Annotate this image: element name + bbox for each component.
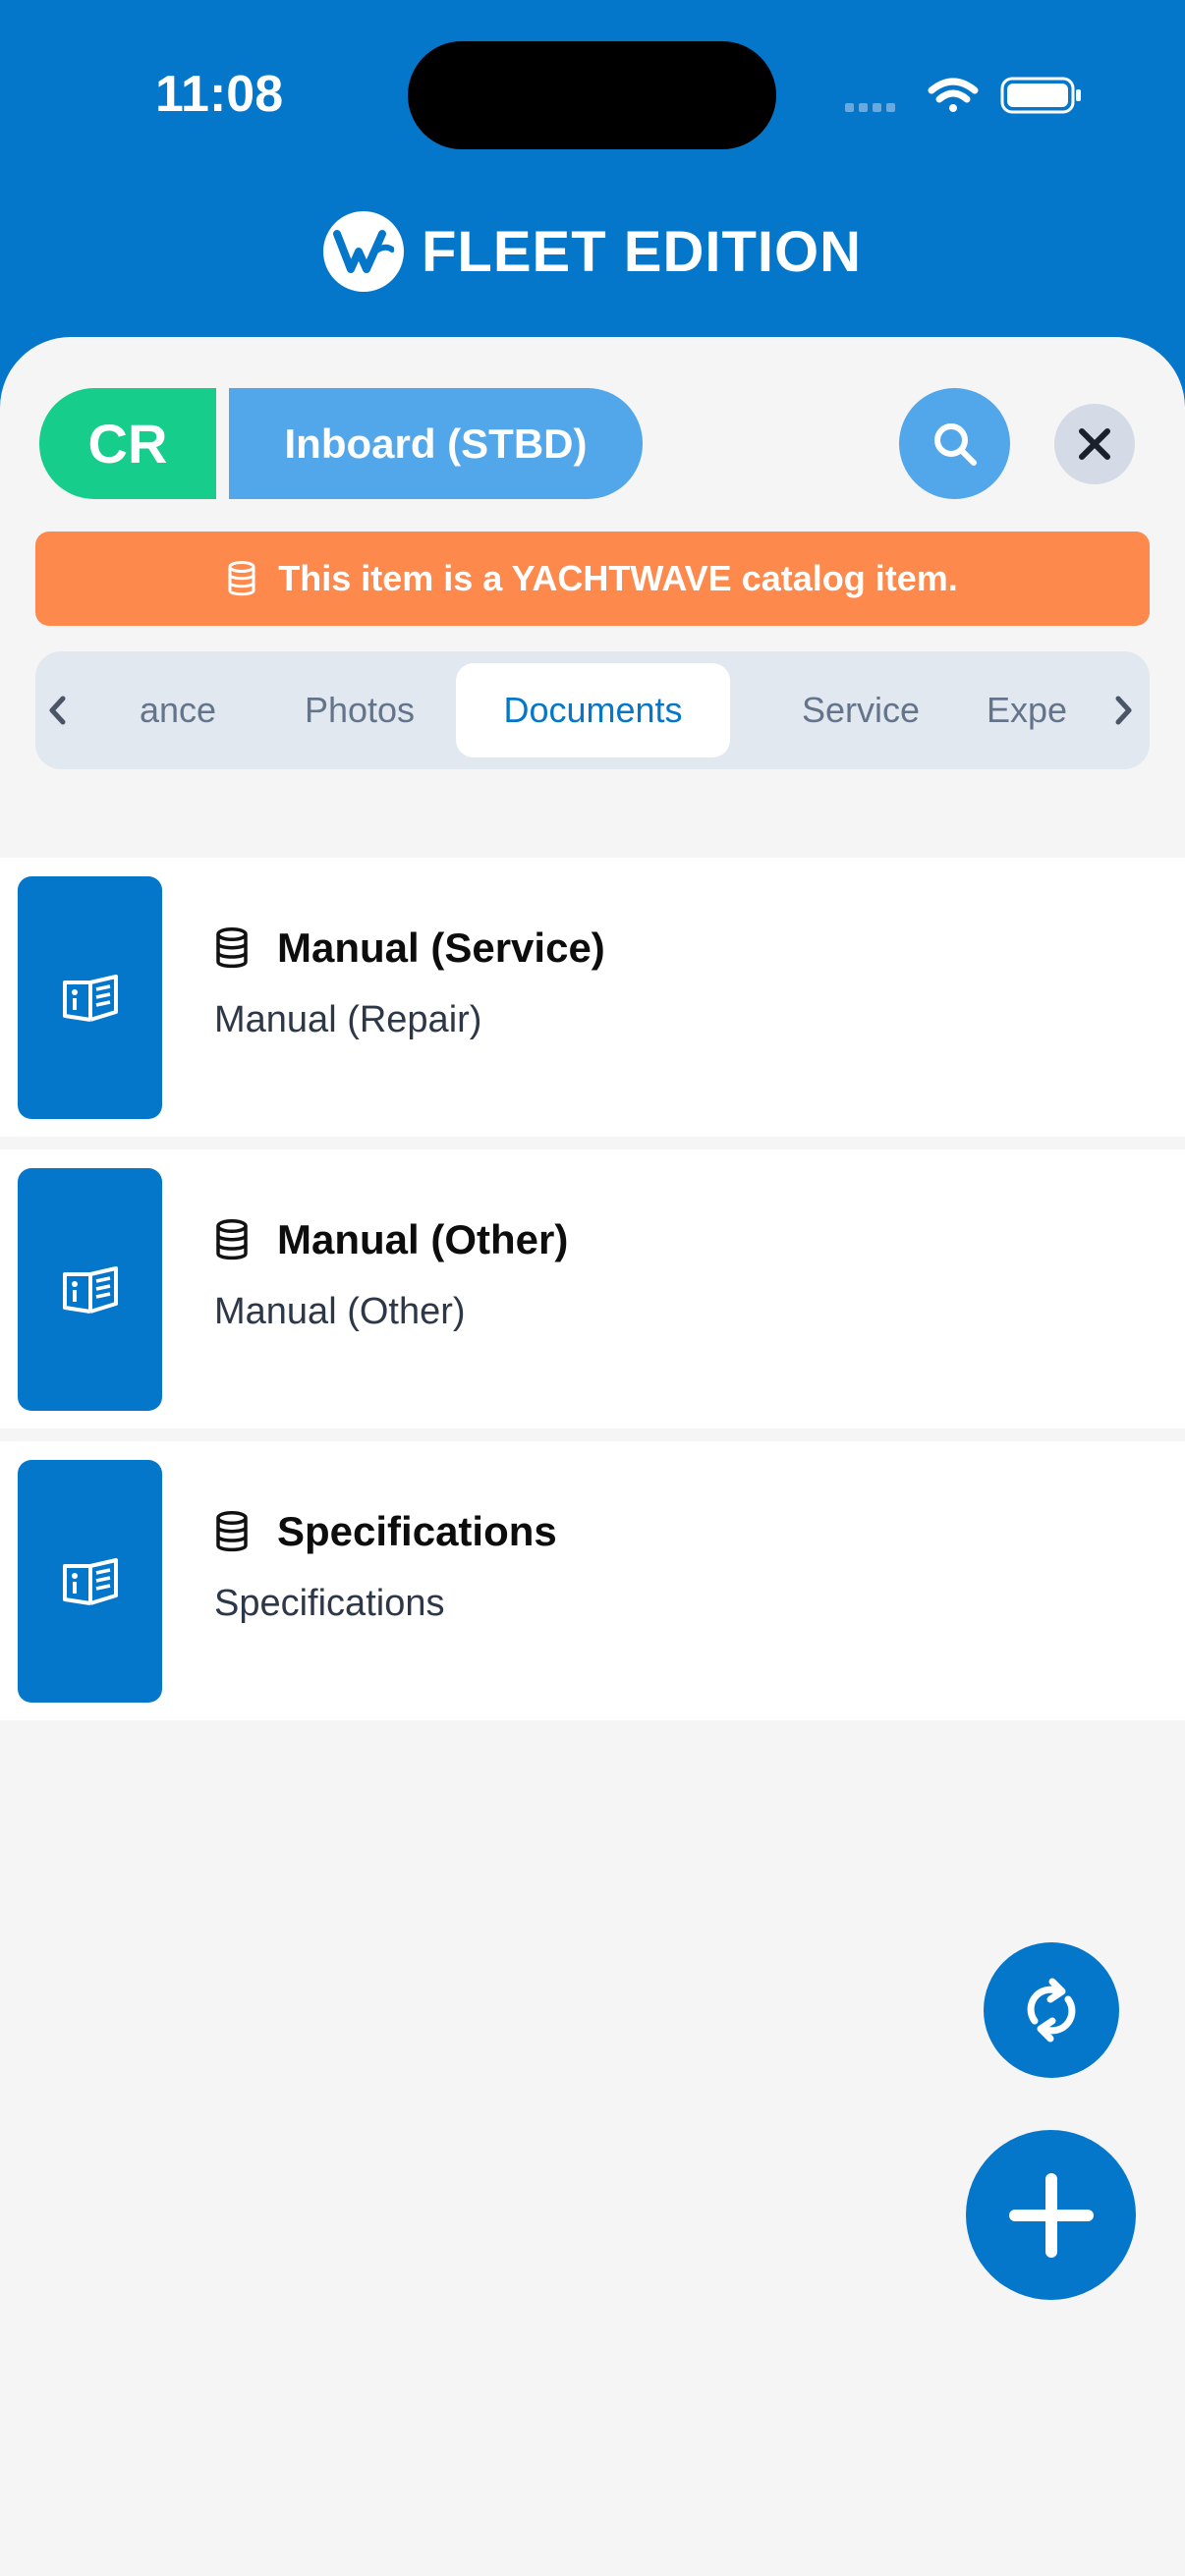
document-thumbnail bbox=[18, 1460, 162, 1703]
brand: FLEET EDITION bbox=[0, 211, 1185, 292]
document-subtitle: Manual (Repair) bbox=[214, 999, 482, 1040]
close-icon bbox=[1079, 428, 1110, 460]
section-tabs: ance Photos Documents Service Expe bbox=[35, 651, 1150, 769]
brand-logo-icon bbox=[323, 211, 404, 292]
document-thumbnail bbox=[18, 876, 162, 1119]
manual-book-icon bbox=[62, 974, 118, 1022]
sync-button[interactable] bbox=[984, 1942, 1119, 2078]
item-name-chip[interactable]: Inboard (STBD) bbox=[229, 388, 643, 499]
tabs-scroll-left[interactable] bbox=[35, 663, 81, 757]
manual-book-icon bbox=[62, 1557, 118, 1605]
chevron-left-icon bbox=[49, 696, 66, 725]
status-time: 11:08 bbox=[155, 66, 284, 123]
tab-service[interactable]: Service bbox=[762, 663, 959, 757]
manual-book-icon bbox=[62, 1265, 118, 1314]
close-button[interactable] bbox=[1054, 404, 1135, 484]
catalog-banner: This item is a YACHTWAVE catalog item. bbox=[35, 532, 1150, 626]
document-thumbnail bbox=[18, 1168, 162, 1411]
document-subtitle: Manual (Other) bbox=[214, 1291, 466, 1332]
search-button[interactable] bbox=[899, 388, 1010, 499]
document-title: Specifications bbox=[277, 1508, 557, 1554]
tab-documents[interactable]: Documents bbox=[456, 663, 730, 757]
signal-icon bbox=[845, 103, 895, 112]
plus-icon bbox=[1008, 2172, 1094, 2258]
dynamic-island bbox=[408, 41, 776, 149]
tab-maintenance[interactable]: ance bbox=[114, 663, 242, 757]
search-icon bbox=[933, 422, 977, 466]
item-code-badge[interactable]: CR bbox=[39, 388, 216, 499]
tab-photos[interactable]: Photos bbox=[271, 663, 448, 757]
sync-icon bbox=[1027, 1978, 1076, 2043]
document-item[interactable]: Manual (Other) Manual (Other) bbox=[0, 1149, 1185, 1428]
add-document-button[interactable] bbox=[966, 2130, 1136, 2300]
brand-title: FLEET EDITION bbox=[422, 219, 862, 284]
catalog-banner-text: This item is a YACHTWAVE catalog item. bbox=[278, 558, 958, 598]
battery-icon bbox=[1000, 77, 1081, 114]
tab-expenses[interactable]: Expe bbox=[987, 663, 1085, 757]
database-icon bbox=[228, 561, 255, 596]
chevron-right-icon bbox=[1115, 696, 1132, 725]
document-subtitle: Specifications bbox=[214, 1583, 445, 1624]
database-icon bbox=[216, 1511, 248, 1552]
database-icon bbox=[216, 1219, 248, 1260]
database-icon bbox=[216, 927, 248, 969]
status-icons bbox=[845, 77, 1081, 114]
document-title: Manual (Other) bbox=[277, 1216, 569, 1262]
document-title: Manual (Service) bbox=[277, 924, 605, 971]
tabs-scroll-right[interactable] bbox=[1100, 663, 1146, 757]
wifi-icon bbox=[928, 78, 979, 112]
document-item[interactable]: Specifications Specifications bbox=[0, 1441, 1185, 1720]
document-item[interactable]: Manual (Service) Manual (Repair) bbox=[0, 858, 1185, 1137]
